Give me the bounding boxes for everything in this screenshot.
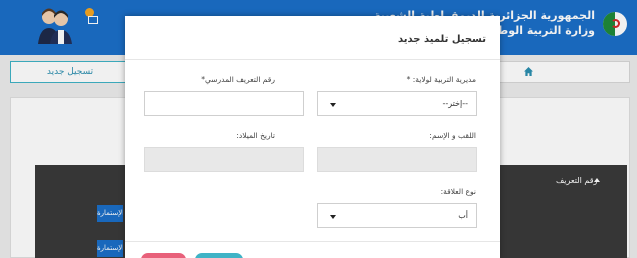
directorate-selected-value: --إختر-- [442,99,468,108]
directorate-select[interactable]: --إختر-- [317,91,477,116]
school-id-input[interactable] [145,93,303,116]
full-name-label: اللقب و الإسم: [429,131,476,140]
relation-type-selected-value: أب [458,211,468,220]
full-name-input [318,149,476,172]
modal-title: تسجيل تلميذ جديد [397,34,486,45]
relation-type-label: نوع العلاقة: [440,187,476,196]
full-name-field [317,147,477,172]
school-id-label: رقم التعريف المدرسي* [201,75,275,84]
birthdate-input [145,149,303,172]
save-button[interactable] [195,253,243,258]
modal-divider [125,59,500,60]
school-id-field[interactable] [144,91,304,116]
chevron-down-icon [330,215,336,219]
chevron-down-icon [330,103,336,107]
directorate-label: مديرية التربية لولاية: * [406,75,476,84]
birthdate-label: تاريخ الميلاد: [236,131,275,140]
relation-type-select[interactable]: أب [317,203,477,228]
cancel-button[interactable] [141,253,186,258]
modal-footer-divider [125,241,500,242]
birthdate-field [144,147,304,172]
register-student-modal: تسجيل تلميذ جديد مديرية التربية لولاية: … [125,16,500,258]
